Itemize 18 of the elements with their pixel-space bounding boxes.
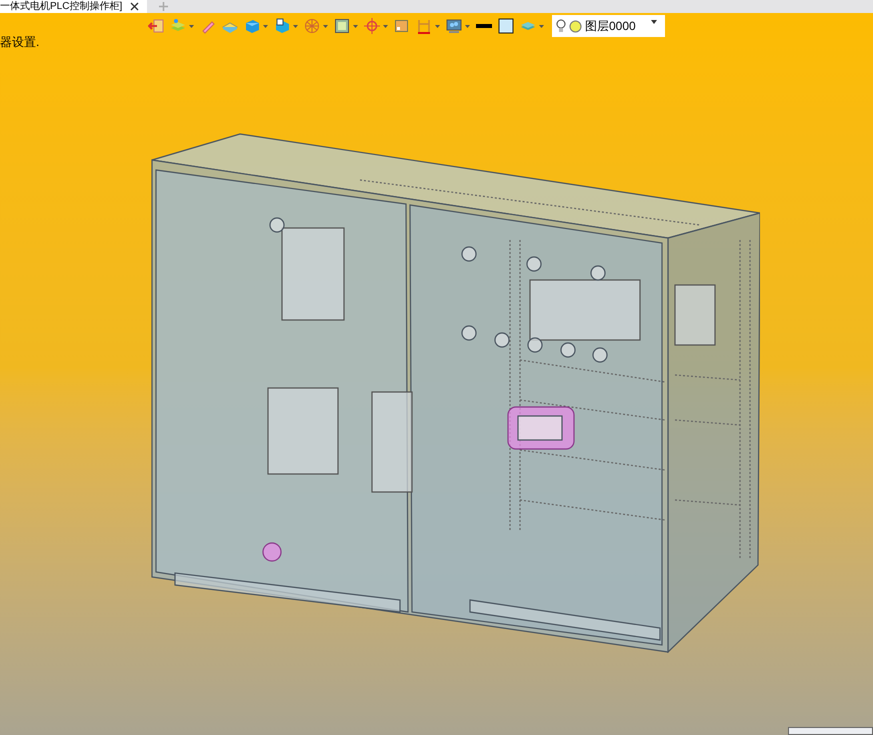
tab-title: 一体式电机PLC控制操作柜]: [0, 2, 122, 12]
view-cube-icon[interactable]: [274, 18, 290, 34]
crosshair-icon[interactable]: [364, 18, 380, 34]
dimension-icon[interactable]: [416, 18, 432, 34]
monitor-icon[interactable]: [446, 18, 462, 34]
layer-select[interactable]: 图层0000: [552, 15, 665, 37]
command-prompt-text: 器设置.: [0, 34, 40, 51]
document-tab[interactable]: 一体式电机PLC控制操作柜]: [0, 0, 148, 13]
small-square-icon[interactable]: [394, 18, 410, 34]
fill-color-icon[interactable]: [498, 18, 514, 34]
layer-name: 图层0000: [585, 18, 636, 35]
dropdown-caret-icon[interactable]: [651, 20, 657, 24]
circle-icon[interactable]: [569, 20, 582, 32]
frame-icon[interactable]: [334, 18, 350, 34]
lightbulb-icon[interactable]: [556, 19, 566, 33]
wireframe-sphere-icon[interactable]: [304, 18, 320, 34]
close-icon[interactable]: [130, 2, 140, 11]
exit-icon[interactable]: [148, 18, 164, 34]
